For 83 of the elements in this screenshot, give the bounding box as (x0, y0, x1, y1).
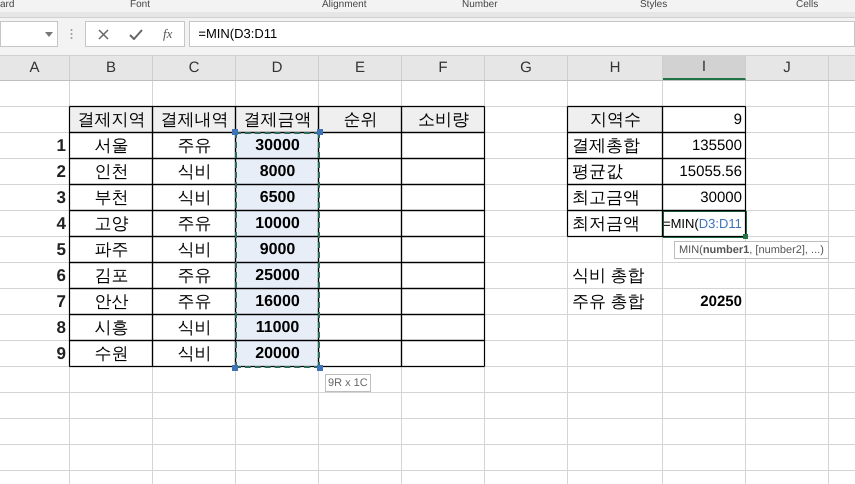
ribbon-group-label: Font (130, 0, 150, 11)
selection-handle[interactable] (317, 129, 323, 135)
table-cell-text: 지역수 (590, 109, 641, 132)
table-cell-text: 135500 (692, 136, 742, 156)
ribbon-group-label: Styles (640, 0, 668, 11)
row-number: 5 (56, 239, 66, 262)
ribbon-group-label: Cells (796, 0, 818, 11)
table-cell-text: 부천 (94, 187, 128, 210)
column-header[interactable]: F (402, 56, 485, 80)
ribbon-group-label: Alignment (322, 0, 366, 11)
selection-handle[interactable] (317, 365, 323, 371)
table-cell-text: 파주 (94, 239, 128, 262)
table-cell-text: 인천 (94, 161, 128, 184)
column-header[interactable]: A (0, 56, 70, 80)
table-cell-text: 주유 (178, 135, 212, 158)
row-number: 9 (56, 343, 66, 366)
table-cell-text: 고양 (94, 213, 128, 236)
table-cell-text: 주유 (178, 265, 212, 288)
table-cell-text: 주유 (178, 213, 212, 236)
column-header[interactable]: I (663, 56, 746, 80)
insert-function-button[interactable]: fx (163, 24, 172, 44)
table-cell-text: 25000 (255, 266, 300, 286)
table-cell-text: 평균값 (572, 161, 623, 184)
selection-handle[interactable] (232, 129, 238, 135)
table-cell-text: 식비 (178, 317, 212, 340)
table-cell-text: 식비 (178, 161, 212, 184)
formula-input[interactable]: =MIN(D3:D11 (189, 21, 855, 47)
column-header[interactable]: B (70, 56, 153, 80)
close-icon[interactable] (98, 28, 109, 40)
column-heading: 결제내역 (160, 109, 228, 132)
table-cell-text: 30000 (255, 136, 300, 156)
ribbon-group-label: ard (0, 0, 14, 11)
table-cell-text: 30000 (700, 188, 742, 208)
total-label: 식비 총합 (572, 265, 645, 288)
table-cell-text: 최저금액 (572, 213, 640, 236)
name-box[interactable] (0, 21, 58, 47)
table-cell-text: 안산 (94, 291, 128, 314)
table-cell-text: 8000 (260, 162, 296, 182)
row-number: 4 (56, 213, 66, 236)
table-cell-text: 식비 (178, 239, 212, 262)
function-tooltip: MIN(number1, [number2], ...) (674, 241, 829, 259)
table-cell-text: 9 (734, 110, 742, 130)
row-number: 2 (56, 161, 66, 184)
total-value: 20250 (700, 292, 742, 312)
selection-size-tooltip: 9R x 1C (325, 374, 371, 392)
table-cell-text: 6500 (260, 188, 296, 208)
selection-handle[interactable] (232, 365, 238, 371)
table-cell-text: 김포 (94, 265, 128, 288)
table-cell-text: 식비 (178, 187, 212, 210)
column-header[interactable]: G (485, 56, 568, 80)
row-number: 8 (56, 317, 66, 340)
table-cell-text: 9000 (260, 240, 296, 260)
table-cell-text: 결제총합 (572, 135, 640, 158)
column-heading: 결제금액 (244, 109, 312, 132)
drag-handle-icon[interactable] (70, 28, 73, 40)
table-cell-text: 15055.56 (679, 162, 742, 182)
table-cell-text: 20000 (255, 344, 300, 364)
table-cell-text: 수원 (94, 343, 128, 366)
column-heading: 결제지역 (78, 109, 146, 132)
row-number: 7 (56, 291, 66, 314)
row-number: 1 (56, 135, 66, 158)
table-cell-text: 시흥 (94, 317, 128, 340)
table-cell-text: 최고금액 (572, 187, 640, 210)
column-heading: 순위 (344, 109, 378, 132)
checkmark-icon[interactable] (129, 28, 143, 40)
column-header[interactable]: J (746, 56, 829, 80)
cell-formula-input[interactable]: =MIN(D3:D11 (663, 214, 742, 234)
table-cell-text: 주유 (178, 291, 212, 314)
dropdown-caret-icon (45, 32, 53, 36)
table-cell-text: 서울 (94, 135, 128, 158)
column-header[interactable]: D (236, 56, 319, 80)
column-header[interactable]: E (319, 56, 402, 80)
table-cell-text: 11000 (256, 318, 300, 338)
column-heading: 소비량 (418, 109, 469, 132)
ribbon-group-label: Number (462, 0, 498, 11)
table-cell-text: 식비 (178, 343, 212, 366)
row-number: 6 (56, 265, 66, 288)
fill-handle[interactable] (743, 234, 748, 239)
table-cell-text: 16000 (255, 292, 300, 312)
column-header[interactable]: C (153, 56, 236, 80)
table-cell-text: 10000 (255, 214, 300, 234)
row-number: 3 (56, 187, 66, 210)
total-label: 주유 총합 (572, 291, 645, 314)
